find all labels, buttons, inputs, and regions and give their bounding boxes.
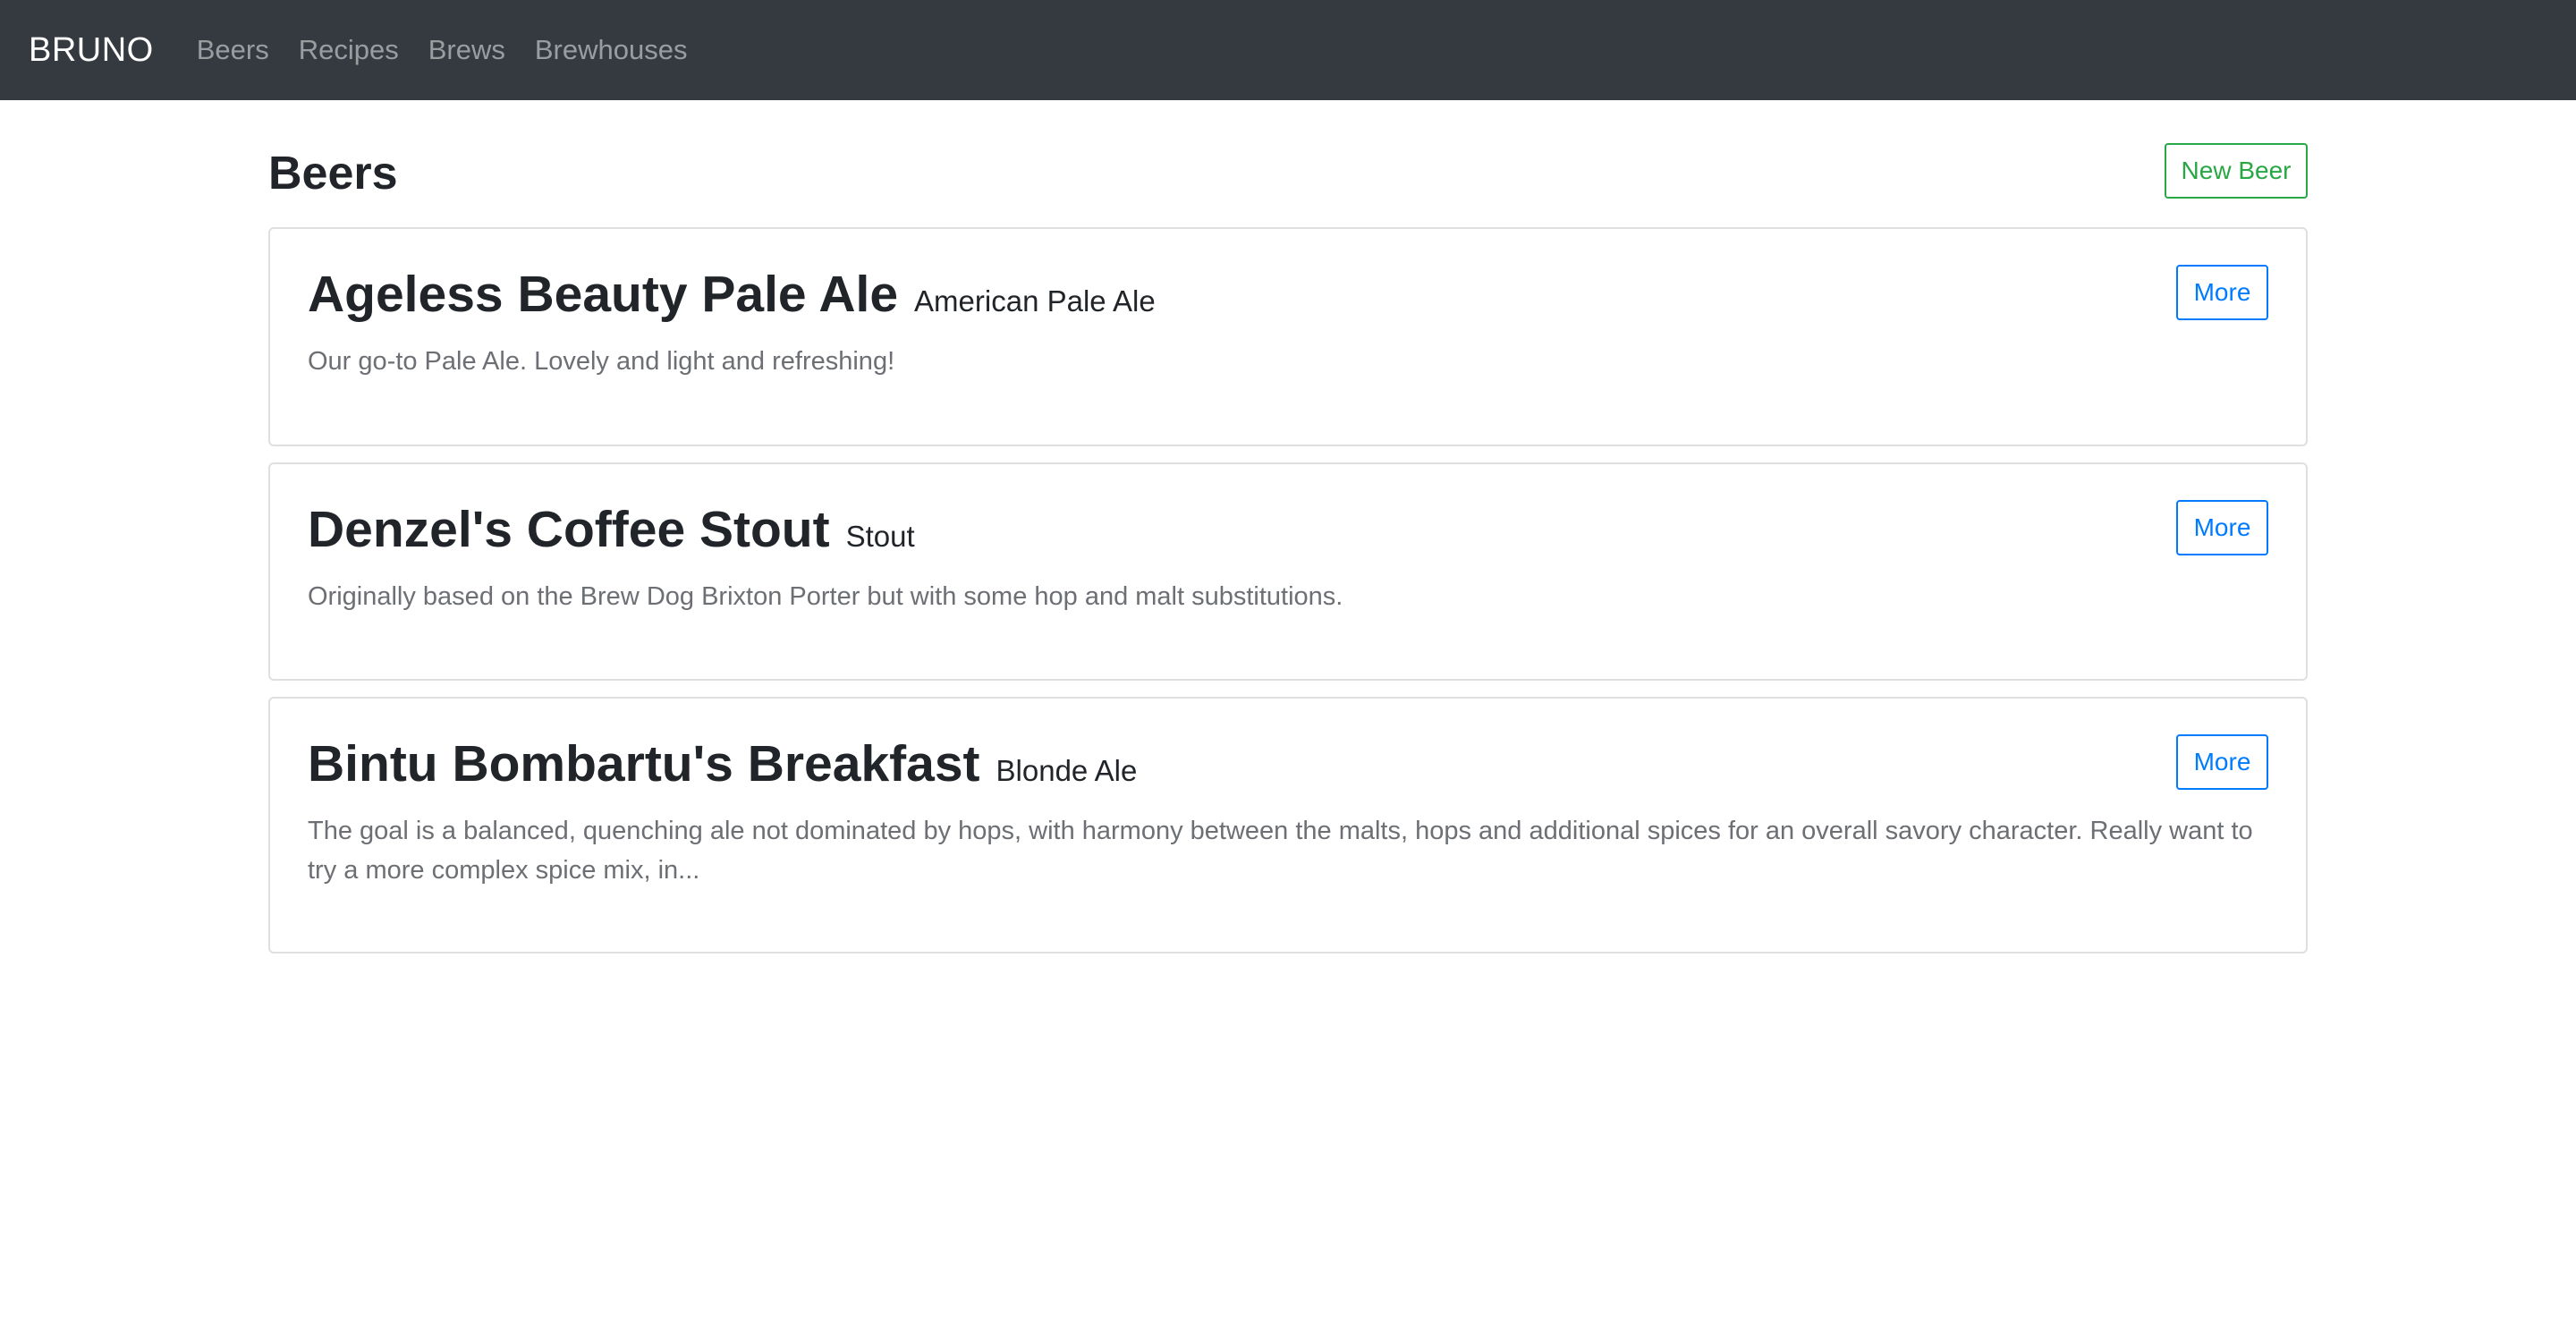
beer-name: Bintu Bombartu's Breakfast [308,735,980,792]
page-title: Beers [268,148,398,199]
beer-card: Ageless Beauty Pale Ale American Pale Al… [268,227,2308,446]
beer-style: American Pale Ale [914,284,1156,318]
beer-description: The goal is a balanced, quenching ale no… [308,817,2253,885]
more-button[interactable]: More [2176,265,2268,320]
beer-name: Denzel's Coffee Stout [308,501,830,558]
beer-card: Bintu Bombartu's Breakfast Blonde Ale Th… [268,697,2308,953]
nav-link-brews[interactable]: Brews [428,34,505,66]
nav-link-beers[interactable]: Beers [197,34,269,66]
card-title-row: Denzel's Coffee Stout Stout [308,500,2268,564]
more-button[interactable]: More [2176,734,2268,790]
card-title-row: Bintu Bombartu's Breakfast Blonde Ale [308,734,2268,799]
beer-style: Blonde Ale [996,754,1138,787]
beer-description: Originally based on the Brew Dog Brixton… [308,582,1343,611]
new-beer-button[interactable]: New Beer [2165,143,2308,199]
top-navbar: BRUNO Beers Recipes Brews Brewhouses [0,0,2576,100]
beer-description: Our go-to Pale Ale. Lovely and light and… [308,347,895,376]
nav-links: Beers Recipes Brews Brewhouses [197,34,717,66]
card-title-row: Ageless Beauty Pale Ale American Pale Al… [308,265,2268,329]
beer-name: Ageless Beauty Pale Ale [308,266,899,323]
main-container: Beers New Beer Ageless Beauty Pale Ale A… [268,100,2308,970]
brand-link[interactable]: BRUNO [29,31,154,70]
beer-style: Stout [845,520,915,553]
beer-card: Denzel's Coffee Stout Stout Originally b… [268,462,2308,681]
nav-link-brewhouses[interactable]: Brewhouses [535,34,688,66]
nav-link-recipes[interactable]: Recipes [299,34,399,66]
page-header: Beers New Beer [268,100,2308,227]
more-button[interactable]: More [2176,500,2268,555]
